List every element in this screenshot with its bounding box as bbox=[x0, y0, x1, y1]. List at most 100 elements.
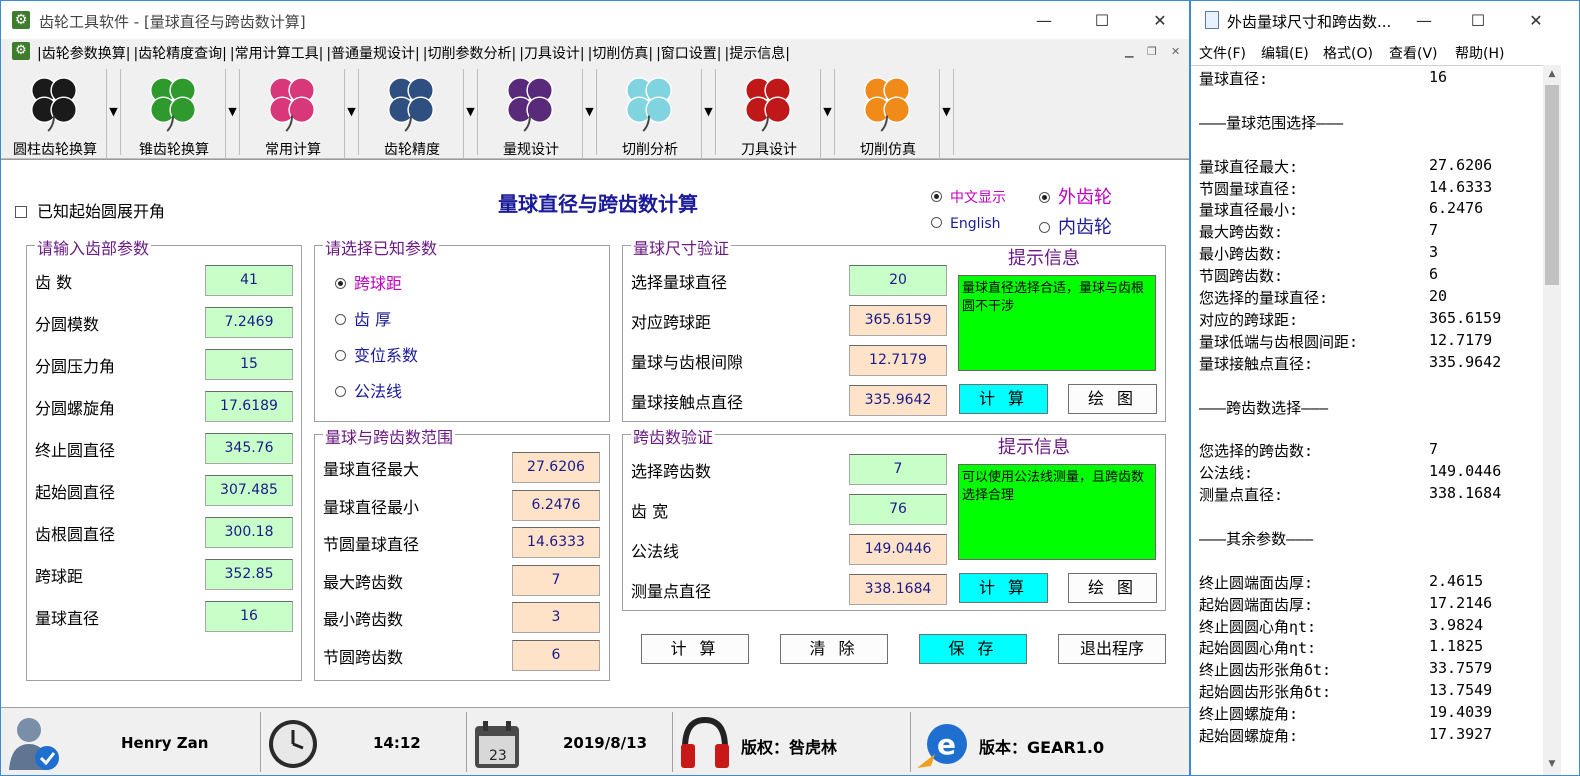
known-param-radio[interactable]: 齿 厚 bbox=[335, 306, 391, 330]
field-value-input[interactable]: 12.7179 bbox=[849, 345, 947, 376]
toolbar-button[interactable]: 圆柱齿轮换算 bbox=[3, 69, 107, 159]
field-value-input[interactable]: 27.6206 bbox=[512, 452, 600, 483]
clover-black-icon bbox=[31, 77, 77, 132]
gear-menu-icon[interactable]: ⚙ bbox=[12, 42, 30, 60]
scroll-thumb[interactable] bbox=[1545, 85, 1559, 285]
dropdown-arrow-icon[interactable]: ▼ bbox=[107, 69, 121, 155]
field-value-input[interactable]: 17.6189 bbox=[205, 391, 293, 422]
span-calc-button[interactable]: 计 算 bbox=[959, 573, 1048, 603]
menu-item[interactable]: |齿轮精度查询| bbox=[133, 46, 226, 62]
field-value-input[interactable]: 16 bbox=[205, 601, 293, 632]
radio-dot[interactable] bbox=[335, 278, 346, 289]
dropdown-arrow-icon[interactable]: ▼ bbox=[702, 69, 716, 155]
notepad-menu-item[interactable]: 查看(V) bbox=[1389, 43, 1438, 63]
field-value-input[interactable]: 20 bbox=[849, 265, 947, 296]
field-value-input[interactable]: 3 bbox=[512, 602, 600, 633]
field-value-input[interactable]: 345.76 bbox=[205, 433, 293, 464]
field-value-input[interactable]: 352.85 bbox=[205, 559, 293, 590]
main-titlebar[interactable]: ⚙ 齿轮工具软件 - [量球直径与跨齿数计算] — ☐ ✕ bbox=[1, 1, 1189, 39]
mdi-minimize-icon[interactable]: ▁ bbox=[1125, 45, 1133, 58]
mdi-restore-icon[interactable]: ❐ bbox=[1147, 45, 1157, 58]
menu-item[interactable]: |切削仿真| bbox=[588, 46, 653, 62]
radio-external-gear[interactable]: 外齿轮 bbox=[1039, 183, 1112, 209]
field-value-input[interactable]: 6.2476 bbox=[512, 489, 600, 521]
known-param-radio[interactable]: 跨球距 bbox=[335, 270, 402, 294]
field-value-input[interactable]: 7 bbox=[849, 454, 947, 485]
calc-button[interactable]: 计 算 bbox=[641, 634, 749, 664]
field-value-input[interactable]: 7.2469 bbox=[205, 307, 293, 338]
minimize-icon[interactable]: — bbox=[1021, 7, 1067, 35]
radio-dot[interactable] bbox=[931, 191, 942, 202]
clear-button[interactable]: 清 除 bbox=[780, 634, 888, 664]
menu-item[interactable]: |常用计算工具| bbox=[230, 46, 323, 62]
ball-draw-button[interactable]: 绘 图 bbox=[1068, 384, 1157, 414]
radio-dot[interactable] bbox=[335, 350, 346, 361]
notepad-titlebar[interactable]: 外齿量球尺寸和跨齿数... — ☐ ✕ bbox=[1191, 1, 1579, 39]
close-icon[interactable]: ✕ bbox=[1137, 7, 1183, 35]
radio-english[interactable]: English bbox=[931, 216, 1001, 232]
toolbar-label: 刀具设计 bbox=[741, 142, 797, 158]
notepad-menu-item[interactable]: 文件(F) bbox=[1199, 43, 1246, 63]
field-value-input[interactable]: 76 bbox=[849, 494, 947, 525]
menu-item[interactable]: |刀具设计| bbox=[519, 46, 584, 62]
notepad-scrollbar[interactable]: ▲ ▼ bbox=[1543, 65, 1561, 775]
status-separator bbox=[910, 712, 911, 772]
radio-chinese[interactable]: 中文显示 bbox=[931, 187, 1006, 207]
menu-item[interactable]: |普通量规设计| bbox=[326, 46, 419, 62]
known-start-angle-checkbox[interactable]: 已知起始圆展开角 bbox=[15, 198, 165, 222]
maximize-icon[interactable]: ☐ bbox=[1079, 7, 1125, 35]
menu-item[interactable]: |窗口设置| bbox=[656, 46, 721, 62]
notepad-text-area[interactable]: 量球直径: 16 ———量球范围选择——— 量球直径最大: 27.6206 节圆量球直径:… bbox=[1191, 65, 1543, 775]
scroll-down-icon[interactable]: ▼ bbox=[1543, 759, 1561, 769]
menu-item[interactable]: |切削参数分析| bbox=[423, 46, 516, 62]
field-value-input[interactable]: 15 bbox=[205, 349, 293, 380]
toolbar-button[interactable]: 锥齿轮换算 bbox=[122, 69, 226, 159]
field-value-input[interactable]: 7 bbox=[512, 564, 600, 596]
radio-dot[interactable] bbox=[335, 314, 346, 325]
checkbox-box[interactable] bbox=[15, 206, 27, 218]
exit-button[interactable]: 退出程序 bbox=[1058, 634, 1166, 664]
radio-dot[interactable] bbox=[931, 217, 942, 228]
mdi-close-icon[interactable]: ✕ bbox=[1171, 45, 1180, 58]
toolbar-button[interactable]: 量规设计 bbox=[479, 69, 583, 159]
menu-item[interactable]: |提示信息| bbox=[725, 46, 790, 62]
span-draw-button[interactable]: 绘 图 bbox=[1068, 573, 1157, 603]
radio-dot[interactable] bbox=[1039, 192, 1050, 203]
dropdown-arrow-icon[interactable]: ▼ bbox=[583, 69, 597, 155]
toolbar-button[interactable]: 常用计算 bbox=[241, 69, 345, 159]
dropdown-arrow-icon[interactable]: ▼ bbox=[464, 69, 478, 155]
notepad-maximize-icon[interactable]: ☐ bbox=[1455, 7, 1501, 35]
radio-dot[interactable] bbox=[335, 386, 346, 397]
field-value-input[interactable]: 335.9642 bbox=[849, 385, 947, 416]
scroll-up-icon[interactable]: ▲ bbox=[1543, 69, 1561, 79]
field-value-input[interactable]: 300.18 bbox=[205, 517, 293, 548]
field-value-input[interactable]: 307.485 bbox=[205, 475, 293, 506]
ball-calc-button[interactable]: 计 算 bbox=[959, 384, 1048, 414]
known-param-radio[interactable]: 变位系数 bbox=[335, 342, 418, 366]
toolbar-button[interactable]: 刀具设计 bbox=[717, 69, 821, 159]
field-value-input[interactable]: 149.0446 bbox=[849, 534, 947, 565]
notepad-menu-item[interactable]: 编辑(E) bbox=[1261, 43, 1309, 63]
notepad-minimize-icon[interactable]: — bbox=[1401, 7, 1447, 35]
notepad-menu-item[interactable]: 格式(O) bbox=[1323, 43, 1373, 63]
toolbar-button[interactable]: 切削仿真 bbox=[836, 69, 940, 159]
menu-item[interactable]: |齿轮参数换算| bbox=[37, 46, 130, 62]
toolbar-button[interactable]: 齿轮精度 bbox=[360, 69, 464, 159]
dropdown-arrow-icon[interactable]: ▼ bbox=[345, 69, 359, 155]
radio-internal-gear[interactable]: 内齿轮 bbox=[1039, 213, 1112, 239]
status-time: 14:12 bbox=[373, 734, 421, 752]
dropdown-arrow-icon[interactable]: ▼ bbox=[940, 69, 954, 155]
save-button[interactable]: 保 存 bbox=[919, 634, 1027, 664]
known-param-radio[interactable]: 公法线 bbox=[335, 378, 402, 402]
field-value-input[interactable]: 14.6333 bbox=[512, 527, 600, 558]
toolbar-button[interactable]: 切削分析 bbox=[598, 69, 702, 159]
field-value-input[interactable]: 338.1684 bbox=[849, 574, 947, 605]
field-value-input[interactable]: 365.6159 bbox=[849, 305, 947, 336]
dropdown-arrow-icon[interactable]: ▼ bbox=[226, 69, 240, 155]
radio-dot[interactable] bbox=[1039, 222, 1050, 233]
dropdown-arrow-icon[interactable]: ▼ bbox=[821, 69, 835, 155]
field-value-input[interactable]: 41 bbox=[205, 265, 293, 296]
notepad-menu-item[interactable]: 帮助(H) bbox=[1455, 43, 1504, 63]
notepad-close-icon[interactable]: ✕ bbox=[1513, 7, 1559, 35]
field-value-input[interactable]: 6 bbox=[512, 639, 600, 671]
